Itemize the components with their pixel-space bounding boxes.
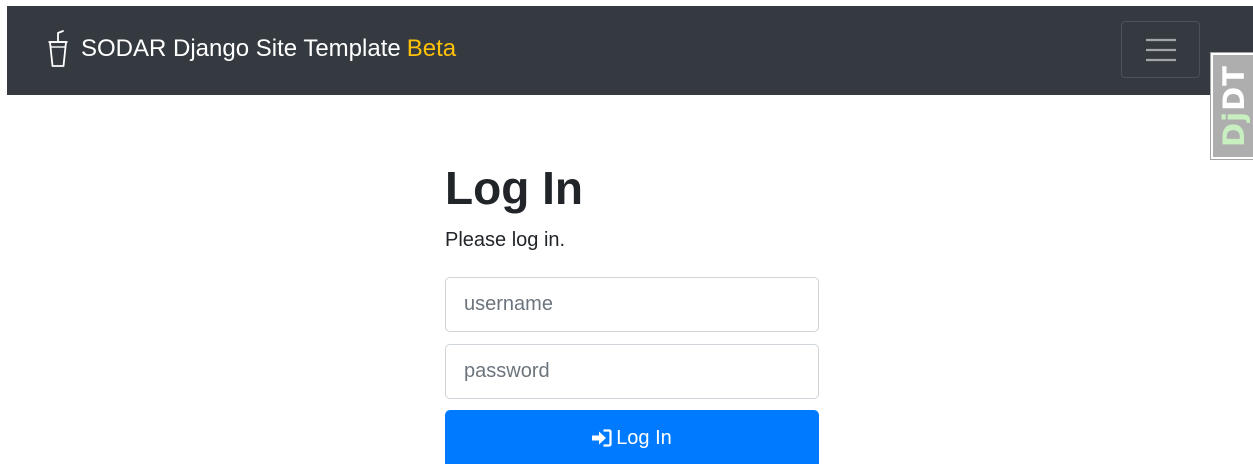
debug-toolbar-label-dt: DT [1216,65,1251,111]
site-title: SODAR Django Site Template [81,35,401,62]
login-submit-button[interactable]: Log In [445,410,819,464]
debug-toolbar-label-dj: Dj [1216,110,1251,147]
debug-toolbar-badge: DjDT [1213,55,1253,157]
page: SODAR Django Site Template Beta DjDT Log… [0,0,1253,464]
debug-toolbar-label: DjDT [1217,65,1251,147]
django-debug-toolbar-handle[interactable]: DjDT [1210,52,1253,160]
sign-in-icon [592,429,612,447]
top-navbar: SODAR Django Site Template Beta [7,6,1253,95]
login-instructions: Please log in. [445,229,566,251]
hamburger-menu-icon [1145,38,1176,61]
page-title: Log In [445,162,583,214]
username-input[interactable] [445,277,819,332]
password-input[interactable] [445,344,819,399]
login-submit-label: Log In [616,426,672,449]
navbar-toggle-button[interactable] [1121,21,1200,78]
cup-with-straw-icon [48,30,68,67]
login-form: Log In Please log in. Log In [445,160,819,464]
site-brand-link[interactable]: SODAR Django Site Template Beta [47,28,456,70]
beta-badge: Beta [406,35,457,62]
